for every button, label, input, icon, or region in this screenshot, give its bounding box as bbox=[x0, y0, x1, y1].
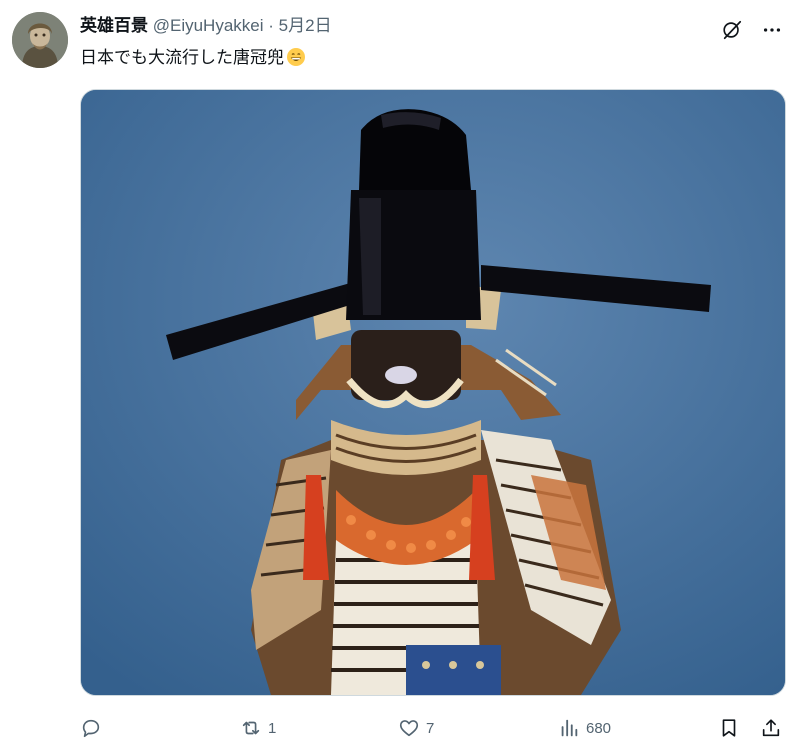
reply-button[interactable] bbox=[80, 708, 108, 748]
heart-icon bbox=[399, 720, 419, 737]
separator: · bbox=[268, 16, 274, 35]
repost-button[interactable]: 1 bbox=[240, 708, 276, 748]
post-header: 英雄百景 @EiyuHyakkei · 5月2日 bbox=[80, 14, 332, 38]
bookmark-button[interactable] bbox=[718, 708, 740, 748]
post-photo[interactable] bbox=[80, 89, 786, 696]
samurai-armor-photo-icon bbox=[81, 90, 785, 695]
author-handle[interactable]: @EiyuHyakkei bbox=[153, 16, 264, 35]
grinning-face-emoji-icon bbox=[286, 47, 306, 74]
action-bar: 1 7 680 bbox=[80, 708, 784, 748]
header-icons bbox=[718, 16, 786, 44]
author-name[interactable]: 英雄百景 bbox=[80, 16, 148, 35]
views-chart-icon bbox=[561, 719, 578, 737]
post-date[interactable]: 5月2日 bbox=[279, 16, 332, 35]
views-count: 680 bbox=[586, 719, 612, 737]
share-icon bbox=[762, 719, 780, 737]
share-button[interactable] bbox=[760, 708, 782, 748]
more-icon[interactable] bbox=[758, 16, 786, 44]
post-text-content: 日本でも大流行した唐冠兜 bbox=[80, 48, 284, 67]
like-button[interactable]: 7 bbox=[398, 708, 434, 748]
repost-count: 1 bbox=[268, 719, 277, 737]
avatar-portrait-icon bbox=[12, 12, 68, 68]
like-count: 7 bbox=[426, 719, 435, 737]
avatar[interactable] bbox=[12, 12, 68, 68]
reply-icon bbox=[82, 719, 100, 738]
bookmark-icon bbox=[722, 719, 736, 737]
post-text: 日本でも大流行した唐冠兜 bbox=[80, 46, 306, 74]
grok-icon[interactable] bbox=[718, 16, 746, 44]
repost-icon bbox=[242, 721, 260, 735]
views-button[interactable]: 680 bbox=[558, 708, 611, 748]
